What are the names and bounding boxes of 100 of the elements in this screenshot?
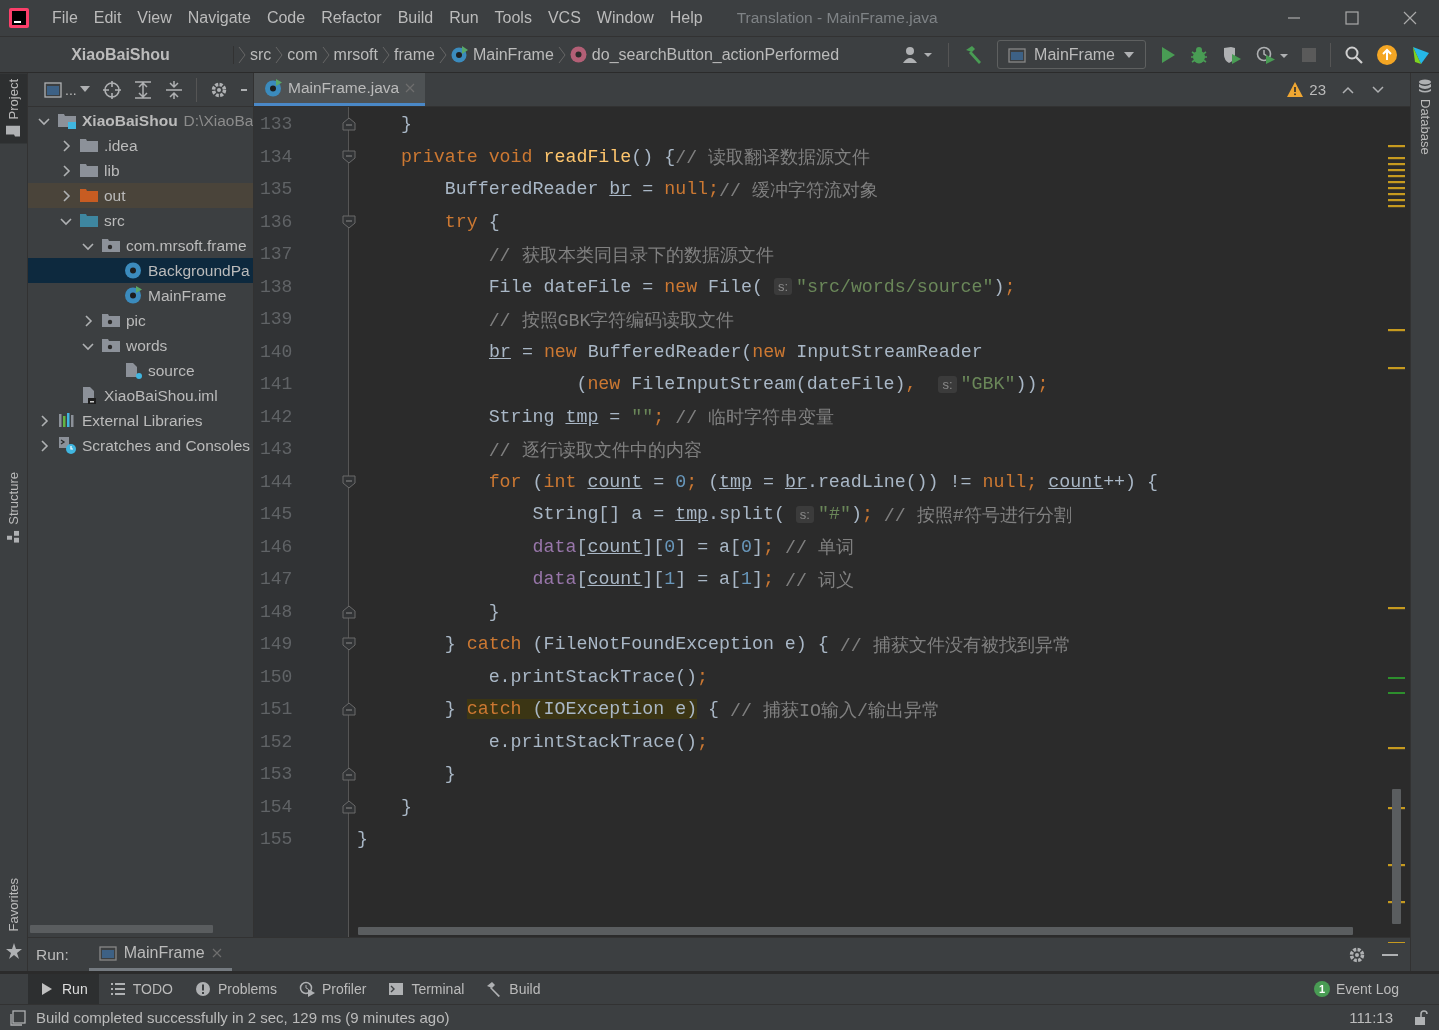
code-line: } catch (FileNotFoundException e) { // 捕获文件没有被找到异常 bbox=[443, 633, 1072, 658]
tool-window-tab[interactable]: Profiler bbox=[288, 974, 378, 1004]
horizontal-scrollbar[interactable] bbox=[30, 925, 213, 933]
menu-item[interactable]: VCS bbox=[539, 9, 589, 27]
tree-item[interactable]: XiaoBaiShou D:\XiaoBa bbox=[28, 108, 253, 133]
minimize-icon[interactable] bbox=[1382, 953, 1398, 956]
caret-icon bbox=[79, 86, 90, 93]
tree-item[interactable]: words bbox=[28, 333, 253, 358]
parameter-hint: s: bbox=[795, 505, 814, 523]
tree-item[interactable]: MainFrame bbox=[28, 283, 253, 308]
bug-icon[interactable] bbox=[1190, 45, 1208, 64]
cursor-position[interactable]: 111:13 bbox=[1349, 1009, 1393, 1026]
menu-item[interactable]: Build bbox=[389, 9, 442, 27]
code-line: BufferedReader br = null;// 缓冲字符流对象 bbox=[443, 178, 879, 203]
toolbox-logo-icon[interactable] bbox=[1411, 44, 1431, 65]
menu-item[interactable]: Help bbox=[661, 9, 711, 27]
class-icon bbox=[264, 79, 282, 97]
vertical-scrollbar[interactable] bbox=[1392, 789, 1401, 924]
module-folder-icon bbox=[58, 111, 77, 130]
settings-icon[interactable] bbox=[209, 80, 228, 99]
collapse-all-icon[interactable] bbox=[164, 80, 183, 99]
warning-count[interactable]: 23 bbox=[1309, 81, 1326, 98]
tool-window-tab[interactable]: Structure bbox=[0, 466, 27, 549]
user-dropdown-icon[interactable] bbox=[902, 45, 935, 64]
code-line: data[count][0] = a[0]; // 单词 bbox=[531, 535, 855, 561]
tree-item[interactable]: lib bbox=[28, 158, 253, 183]
breadcrumb[interactable]: do_searchButton_actionPerformed bbox=[569, 45, 840, 64]
tool-window-tab[interactable]: TODO bbox=[98, 974, 184, 1004]
breadcrumb[interactable]: XiaoBaiShou bbox=[8, 45, 234, 64]
horizontal-scrollbar[interactable] bbox=[358, 927, 1353, 935]
tree-item-label: out bbox=[104, 186, 126, 205]
shield-play-icon[interactable] bbox=[1222, 45, 1242, 64]
tree-item[interactable]: source bbox=[28, 358, 253, 383]
breadcrumb[interactable]: MainFrame bbox=[450, 45, 554, 64]
expand-all-icon[interactable] bbox=[133, 80, 152, 99]
fold-marker-icon[interactable] bbox=[342, 604, 356, 619]
minimize-icon[interactable] bbox=[240, 88, 247, 91]
panel-toggle-icon[interactable] bbox=[10, 1009, 26, 1026]
tree-item-label: src bbox=[104, 211, 125, 230]
fold-marker-icon[interactable] bbox=[342, 702, 356, 717]
run-label: Run: bbox=[36, 945, 69, 964]
menu-item[interactable]: Code bbox=[258, 9, 314, 27]
tool-window-tab[interactable]: Database bbox=[1411, 73, 1439, 161]
run-icon[interactable] bbox=[1160, 45, 1176, 64]
tree-item[interactable]: com.mrsoft.frame bbox=[28, 233, 253, 258]
fold-marker-icon[interactable] bbox=[342, 637, 356, 652]
code-line: } bbox=[399, 795, 413, 819]
code-line: } bbox=[399, 113, 413, 137]
folder-icon bbox=[80, 211, 99, 230]
maximize-icon[interactable] bbox=[1345, 11, 1359, 25]
breadcrumb[interactable]: mrsoft bbox=[333, 45, 378, 64]
view-selector[interactable]: ... bbox=[44, 81, 90, 98]
menu-item[interactable]: File bbox=[44, 9, 86, 27]
tool-window-tab[interactable]: Problems bbox=[183, 974, 289, 1004]
tree-item[interactable]: .idea bbox=[28, 133, 253, 158]
menu-item[interactable]: View bbox=[129, 9, 180, 27]
menu-item[interactable]: Edit bbox=[85, 9, 130, 27]
tree-item[interactable]: XiaoBaiShou.iml bbox=[28, 383, 253, 408]
tool-window-tab[interactable]: Run bbox=[28, 974, 99, 1004]
unlocked-padlock-icon[interactable] bbox=[1413, 1009, 1429, 1026]
fold-marker-icon[interactable] bbox=[342, 799, 356, 814]
tool-window-tab[interactable]: Terminal bbox=[377, 974, 476, 1004]
crosshair-icon[interactable] bbox=[102, 80, 121, 99]
fold-marker-icon[interactable] bbox=[342, 149, 356, 164]
structure-icon bbox=[7, 530, 20, 543]
package-folder-icon bbox=[102, 336, 121, 355]
menu-item[interactable]: Run bbox=[441, 9, 487, 27]
editor-tab[interactable]: MainFrame.java bbox=[254, 73, 426, 106]
menu-item[interactable]: Refactor bbox=[313, 9, 390, 27]
clock-play-icon[interactable] bbox=[1256, 45, 1288, 64]
close-icon[interactable] bbox=[1403, 11, 1417, 25]
folder-icon bbox=[80, 161, 99, 180]
tool-window-tab[interactable]: Project bbox=[0, 73, 27, 144]
menu-item[interactable]: Tools bbox=[486, 9, 540, 27]
chevron-down-icon[interactable] bbox=[1372, 85, 1384, 94]
menu-item[interactable]: Navigate bbox=[179, 9, 259, 27]
breadcrumb[interactable]: frame bbox=[394, 45, 435, 64]
fold-marker-icon[interactable] bbox=[342, 214, 356, 229]
code-line: // 按照GBK字符编码读取文件 bbox=[487, 309, 736, 333]
breadcrumb[interactable]: src bbox=[250, 45, 272, 64]
tree-item[interactable]: Scratches and Consoles bbox=[28, 433, 253, 458]
tree-item[interactable]: out bbox=[28, 183, 253, 208]
menu-item[interactable]: Window bbox=[588, 9, 662, 27]
tree-item[interactable]: src bbox=[28, 208, 253, 233]
fold-marker-icon[interactable] bbox=[342, 117, 356, 132]
fold-marker-icon[interactable] bbox=[342, 767, 356, 782]
tree-item[interactable]: External Libraries bbox=[28, 408, 253, 433]
settings-icon[interactable] bbox=[1348, 945, 1366, 964]
tool-window-tab[interactable]: Build bbox=[475, 974, 552, 1004]
fold-marker-icon[interactable] bbox=[342, 474, 356, 489]
package-folder-icon bbox=[102, 311, 121, 330]
search-icon[interactable] bbox=[1345, 45, 1363, 64]
tree-item[interactable]: BackgroundPa bbox=[28, 258, 253, 283]
breadcrumb[interactable]: com bbox=[287, 45, 318, 64]
run-configuration-dropdown[interactable]: MainFrame bbox=[997, 40, 1146, 69]
tool-window-tab[interactable]: Favorites bbox=[0, 871, 27, 937]
run-configuration-tab[interactable]: MainFrame bbox=[88, 938, 232, 971]
chevron-up-icon[interactable] bbox=[1342, 85, 1354, 94]
tree-item[interactable]: pic bbox=[28, 308, 253, 333]
event-log-button[interactable]: 1 Event Log bbox=[1313, 981, 1439, 997]
